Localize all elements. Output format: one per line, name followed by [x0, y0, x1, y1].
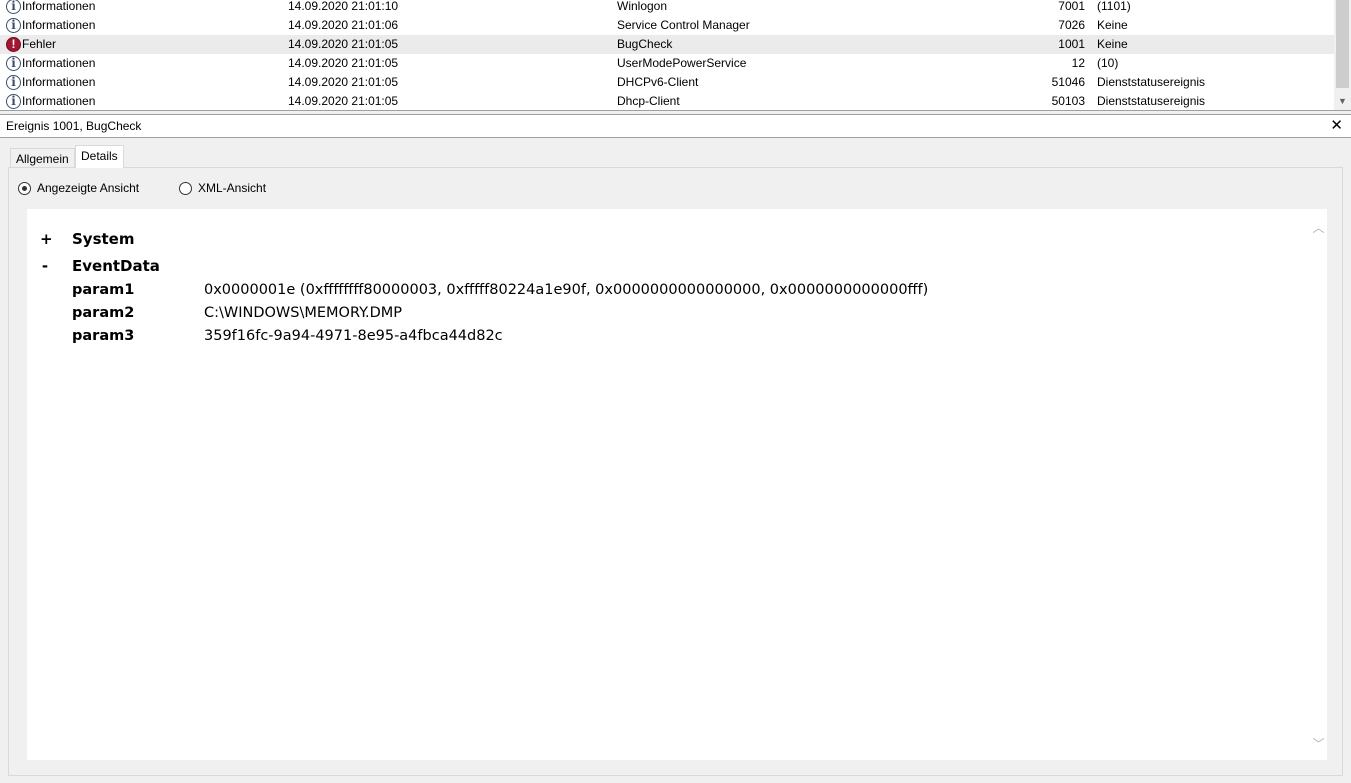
level-cell: Informationen	[22, 94, 96, 108]
event-rows: Informationen 14.09.2020 21:01:10 Winlog…	[0, 0, 1334, 110]
table-row[interactable]: Informationen 14.09.2020 21:01:05 DHCPv6…	[0, 73, 1334, 92]
date-cell: 14.09.2020 21:01:05	[288, 94, 399, 108]
xml-view-label: XML-Ansicht	[198, 181, 267, 195]
level-cell: Fehler	[22, 37, 57, 51]
event-id-cell: 51046	[1051, 75, 1085, 89]
table-row[interactable]: Informationen 14.09.2020 21:01:10 Winlog…	[0, 0, 1334, 16]
tab-allgemein[interactable]: Allgemein	[10, 148, 75, 167]
friendly-view-label: Angezeigte Ansicht	[37, 181, 140, 195]
level-cell: Informationen	[22, 56, 96, 70]
task-cell: Keine	[1097, 18, 1128, 32]
task-cell: Dienststatusereignis	[1097, 75, 1206, 89]
content-scrollbar[interactable]: ︿ ﹀	[1310, 209, 1327, 760]
error-icon	[6, 35, 21, 54]
tab-details[interactable]: Details	[75, 145, 124, 168]
expand-toggle[interactable]: +	[40, 230, 53, 248]
detail-header: Ereignis 1001, BugCheck ✕	[0, 115, 1351, 138]
source-cell: Service Control Manager	[617, 18, 750, 32]
table-row-selected[interactable]: Fehler 14.09.2020 21:01:05 BugCheck 1001…	[0, 35, 1334, 54]
radio-button[interactable]	[179, 182, 192, 195]
date-cell: 14.09.2020 21:01:06	[288, 18, 399, 32]
event-id-cell: 7026	[1058, 18, 1085, 32]
tree-label: EventData	[72, 257, 160, 275]
event-detail-content: + System - EventData param1 0x0000001e (…	[27, 209, 1327, 760]
task-cell: Keine	[1097, 37, 1128, 51]
source-cell: BugCheck	[617, 37, 673, 51]
task-cell: Dienststatusereignis	[1097, 94, 1206, 108]
tree-label: System	[72, 230, 135, 248]
event-id-cell: 12	[1071, 56, 1085, 70]
scrollbar-thumb[interactable]	[1336, 0, 1349, 88]
chevron-up-icon[interactable]: ︿	[1310, 219, 1327, 236]
date-cell: 14.09.2020 21:01:05	[288, 37, 399, 51]
task-cell: (10)	[1097, 56, 1119, 70]
task-cell: (1101)	[1097, 0, 1131, 13]
chevron-down-icon[interactable]: ▼	[1334, 94, 1351, 108]
event-id-cell: 50103	[1051, 94, 1085, 108]
level-cell: Informationen	[22, 75, 96, 89]
param-name: param2	[72, 305, 135, 321]
event-id-cell: 7001	[1058, 0, 1085, 13]
info-icon	[6, 54, 21, 73]
chevron-down-icon[interactable]: ﹀	[1310, 735, 1327, 752]
param-value: 0x0000001e (0xffffffff80000003, 0xfffff8…	[204, 282, 929, 298]
info-icon	[6, 16, 21, 35]
level-cell: Informationen	[22, 18, 96, 32]
detail-title: Ereignis 1001, BugCheck	[6, 119, 142, 133]
source-cell: DHCPv6-Client	[617, 75, 699, 89]
date-cell: 14.09.2020 21:01:05	[288, 75, 399, 89]
param-value: C:\WINDOWS\MEMORY.DMP	[204, 305, 403, 321]
source-cell: UserModePowerService	[617, 56, 747, 70]
radio-button-checked[interactable]	[18, 182, 31, 195]
event-list-scrollbar[interactable]: ▼	[1334, 0, 1351, 110]
param-value: 359f16fc-9a94-4971-8e95-a4fbca44d82c	[204, 328, 503, 344]
table-row[interactable]: Informationen 14.09.2020 21:01:06 Servic…	[0, 16, 1334, 35]
date-cell: 14.09.2020 21:01:10	[288, 0, 399, 13]
source-cell: Dhcp-Client	[617, 94, 680, 108]
param-name: param1	[72, 282, 135, 298]
collapse-toggle[interactable]: -	[40, 257, 50, 275]
close-icon[interactable]: ✕	[1330, 117, 1343, 135]
info-icon	[6, 0, 21, 16]
event-id-cell: 1001	[1058, 37, 1085, 51]
event-list[interactable]: Informationen 14.09.2020 21:01:10 Winlog…	[0, 0, 1351, 110]
param-name: param3	[72, 328, 135, 344]
source-cell: Winlogon	[617, 0, 668, 13]
table-row[interactable]: Informationen 14.09.2020 21:01:05 UserMo…	[0, 54, 1334, 73]
table-row[interactable]: Informationen 14.09.2020 21:01:05 Dhcp-C…	[0, 92, 1334, 110]
info-icon	[6, 73, 21, 92]
detail-body: Allgemein Details Angezeigte Ansicht XML…	[0, 138, 1351, 783]
info-icon	[6, 92, 21, 110]
date-cell: 14.09.2020 21:01:05	[288, 56, 399, 70]
level-cell: Informationen	[22, 0, 96, 13]
